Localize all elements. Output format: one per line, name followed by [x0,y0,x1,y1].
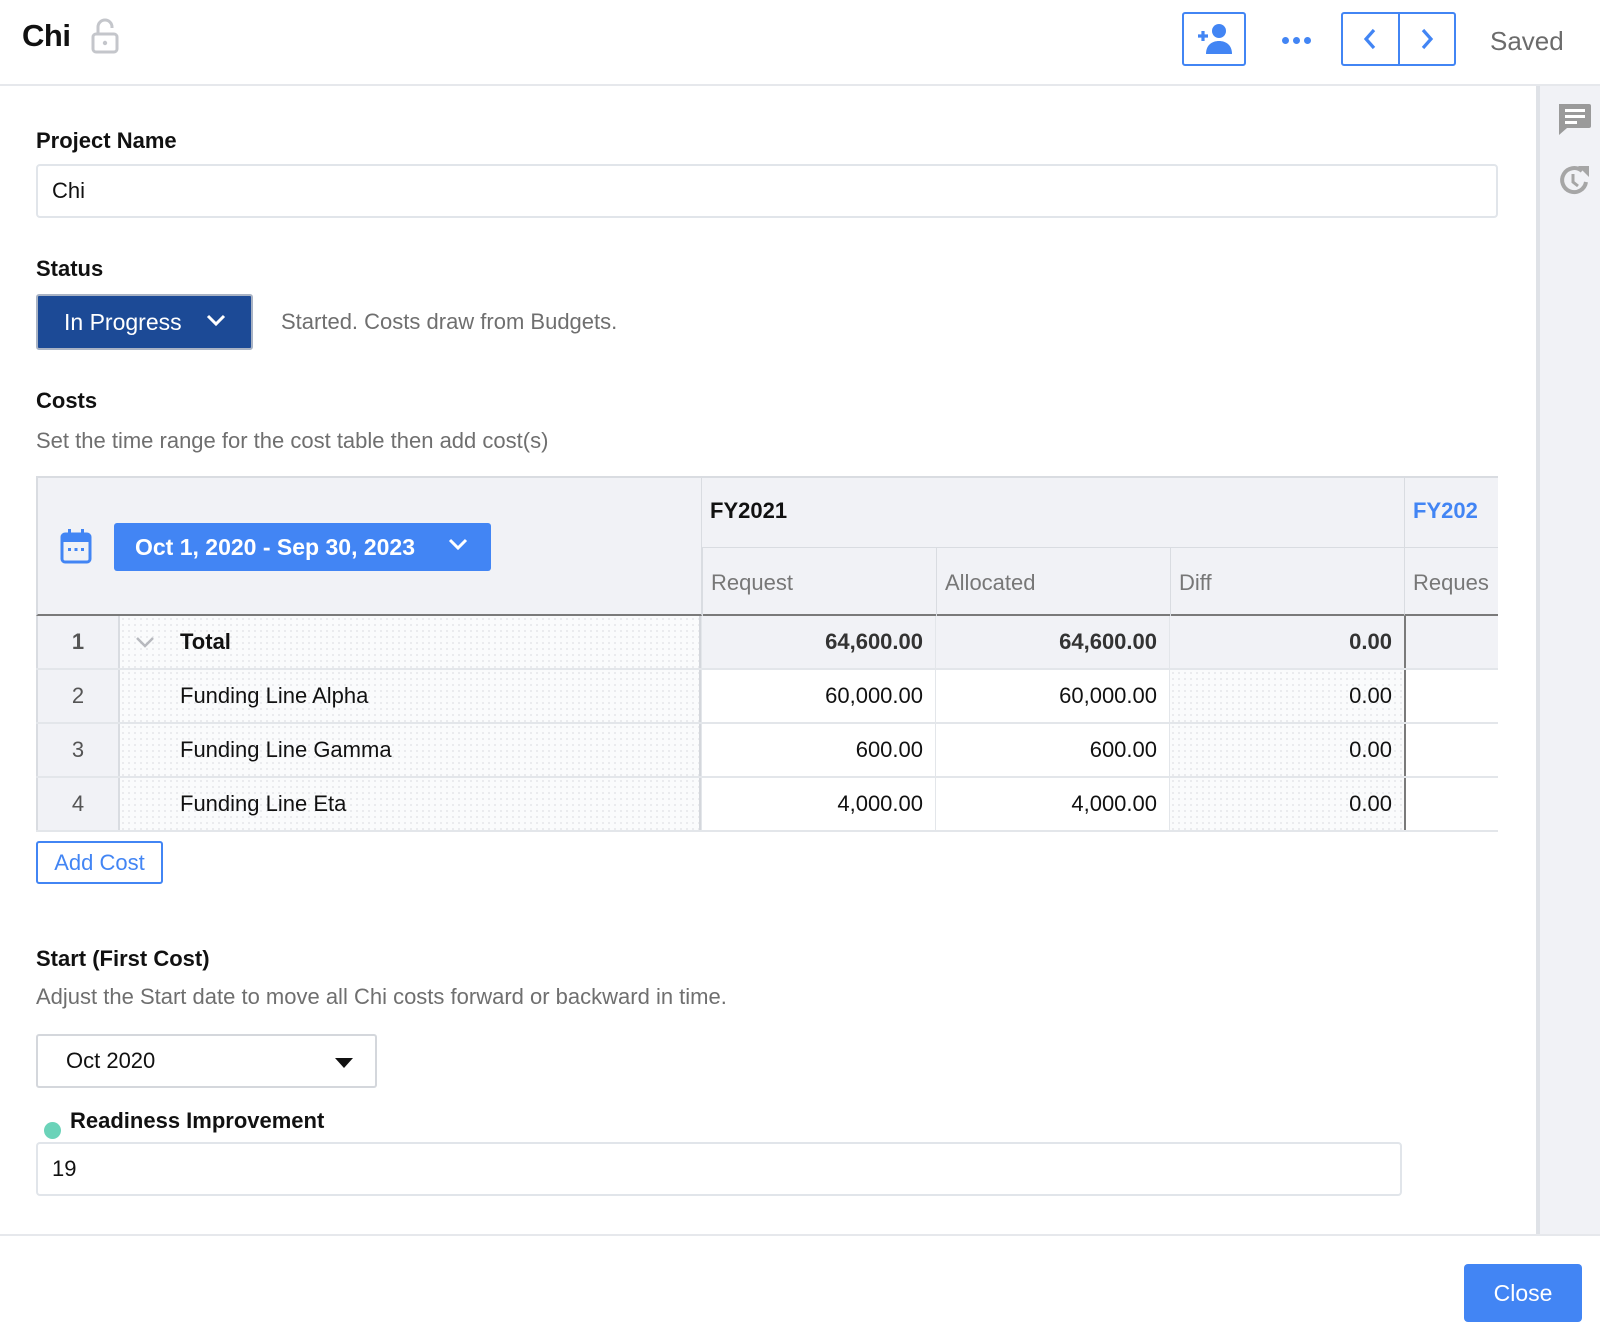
column-header-diff[interactable]: Diff [1170,548,1405,617]
cost-table: Oct 1, 2020 - Sep 30, 2023 FY2021 Reques… [36,476,1498,832]
fy-column-group: FY202 Reques [1404,478,1498,616]
table-row[interactable]: 2 Funding Line Alpha 60,000.00 60,000.00… [36,670,1498,724]
table-row[interactable]: 4 Funding Line Eta 4,000.00 4,000.00 0.0… [36,778,1498,832]
request-cell[interactable]: 64,600.00 [701,616,935,668]
allocated-cell[interactable]: 4,000.00 [935,778,1169,830]
row-name[interactable]: Funding Line Alpha [120,670,701,722]
side-rail [1536,86,1600,1234]
diff-cell: 0.00 [1169,724,1404,776]
add-user-button[interactable] [1182,12,1246,66]
column-header-allocated[interactable]: Allocated [936,548,1170,617]
column-header-request[interactable]: Request [702,548,936,617]
date-range-label: Oct 1, 2020 - Sep 30, 2023 [135,533,416,560]
start-date-selected: Oct 2020 [66,1048,156,1073]
table-toolbar: Oct 1, 2020 - Sep 30, 2023 [36,478,701,616]
chevron-right-icon [1421,28,1433,50]
allocated-cell[interactable]: 60,000.00 [935,670,1169,722]
project-form: Project Name Chi Status In Progress Star… [0,88,1536,1234]
next-button[interactable] [1397,14,1455,64]
diff-cell: 0.00 [1169,670,1404,722]
fy-header-link[interactable]: FY202 [1413,498,1478,524]
readiness-label: Readiness Improvement [70,1108,325,1133]
row-number: 3 [36,724,120,776]
project-name-label: Project Name [36,128,177,153]
chevron-left-icon [1364,28,1376,50]
column-header-request[interactable]: Reques [1405,548,1498,617]
fy-column-group: FY2021 Request Allocated Diff [701,478,1405,617]
add-cost-button[interactable]: Add Cost [36,841,163,884]
close-button[interactable]: Close [1464,1264,1582,1322]
request-cell[interactable]: 60,000.00 [701,670,935,722]
lock-open-icon[interactable] [90,18,120,54]
start-label: Start (First Cost) [36,946,210,971]
history-icon[interactable] [1556,162,1592,198]
costs-help: Set the time range for the cost table th… [36,428,549,453]
table-row[interactable]: 1 Total 64,600.00 64,600.00 0.00 [36,616,1498,670]
more-horizontal-icon [1281,36,1289,44]
project-name-input[interactable]: Chi [36,164,1498,218]
status-label: Status [36,256,104,281]
dialog-header: Chi Saved [0,0,1600,86]
dialog-footer: Close [0,1234,1600,1341]
caret-down-icon [335,1058,353,1068]
row-name[interactable]: Funding Line Gamma [120,724,701,776]
more-options-button[interactable] [1278,28,1314,52]
comment-icon[interactable] [1556,100,1592,136]
request-cell[interactable] [1404,616,1498,668]
date-range-button[interactable]: Oct 1, 2020 - Sep 30, 2023 [114,523,491,571]
row-name[interactable]: Total [120,616,701,668]
chevron-down-icon [448,538,468,551]
status-selected: In Progress [64,308,182,335]
request-cell[interactable] [1404,670,1498,722]
status-dropdown[interactable]: In Progress [36,294,253,350]
row-number: 4 [36,778,120,830]
fy-header: FY2021 [710,498,788,523]
chevron-down-icon [206,314,226,327]
start-date-dropdown[interactable]: Oct 2020 [36,1034,377,1088]
save-status: Saved [1490,26,1564,56]
status-indicator-dot [44,1122,61,1139]
previous-button[interactable] [1343,14,1398,64]
table-row[interactable]: 3 Funding Line Gamma 600.00 600.00 0.00 [36,724,1498,778]
request-cell[interactable]: 600.00 [701,724,935,776]
chevron-down-icon[interactable] [134,634,156,650]
row-name[interactable]: Funding Line Eta [120,778,701,830]
status-description: Started. Costs draw from Budgets. [281,309,618,334]
allocated-cell[interactable]: 600.00 [935,724,1169,776]
start-help: Adjust the Start date to move all Chi co… [36,984,727,1009]
add-user-icon [1198,24,1232,54]
row-number: 1 [36,616,120,668]
costs-label: Costs [36,388,98,413]
page-title: Chi [22,18,71,53]
allocated-cell[interactable]: 64,600.00 [935,616,1169,668]
request-cell[interactable] [1404,778,1498,830]
readiness-input[interactable]: 19 [36,1142,1402,1196]
request-cell[interactable] [1404,724,1498,776]
row-number: 2 [36,670,120,722]
diff-cell: 0.00 [1169,616,1404,668]
request-cell[interactable]: 4,000.00 [701,778,935,830]
calendar-icon[interactable] [60,528,92,564]
diff-cell: 0.00 [1169,778,1404,830]
record-navigation [1341,12,1456,66]
